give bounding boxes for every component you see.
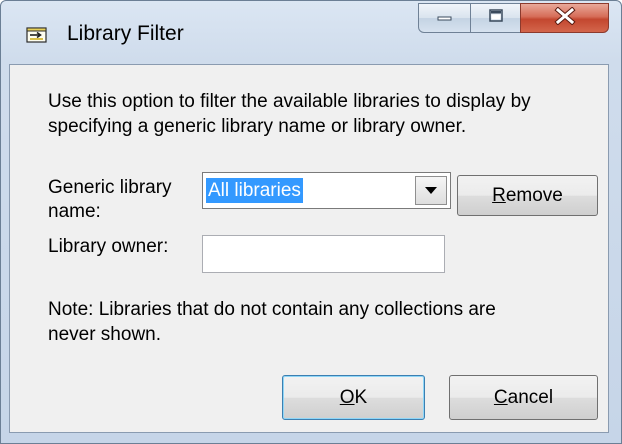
description-text: Use this option to filter the available …: [48, 91, 531, 137]
caption-buttons: [418, 3, 609, 33]
dropdown-button[interactable]: [415, 176, 447, 205]
minimize-icon: [436, 9, 454, 27]
ok-accelerator: O: [339, 386, 355, 408]
remove-accelerator: R: [492, 184, 506, 206]
generic-library-name-value: All libraries: [206, 178, 303, 203]
library-filter-window: Library Filter Use this option to filter…: [0, 0, 622, 444]
library-owner-label: Library owner:: [48, 236, 169, 257]
ok-button[interactable]: OK: [282, 375, 425, 420]
title-bar[interactable]: Library Filter: [1, 1, 621, 63]
dialog-body: Use this option to filter the available …: [9, 64, 609, 433]
filter-window-icon: [26, 26, 48, 44]
generic-library-name-combobox[interactable]: All libraries: [202, 172, 451, 209]
close-icon: [553, 5, 576, 30]
remove-label-rest: emove: [505, 184, 563, 206]
library-owner-input[interactable]: [202, 235, 445, 273]
generic-library-name-label: Generic library name:: [48, 177, 172, 222]
cancel-accelerator: C: [493, 386, 508, 408]
window-title: Library Filter: [67, 22, 184, 45]
maximize-icon: [487, 8, 505, 29]
dropdown-arrow-icon: [424, 182, 438, 200]
ok-label-rest: K: [354, 386, 368, 408]
remove-button[interactable]: Remove: [457, 175, 598, 216]
maximize-button[interactable]: [470, 3, 521, 33]
minimize-button[interactable]: [418, 3, 471, 33]
cancel-button[interactable]: Cancel: [449, 375, 598, 420]
note-text: Note: Libraries that do not contain any …: [48, 299, 496, 345]
cancel-label-rest: ancel: [507, 386, 554, 408]
close-button[interactable]: [520, 3, 609, 33]
